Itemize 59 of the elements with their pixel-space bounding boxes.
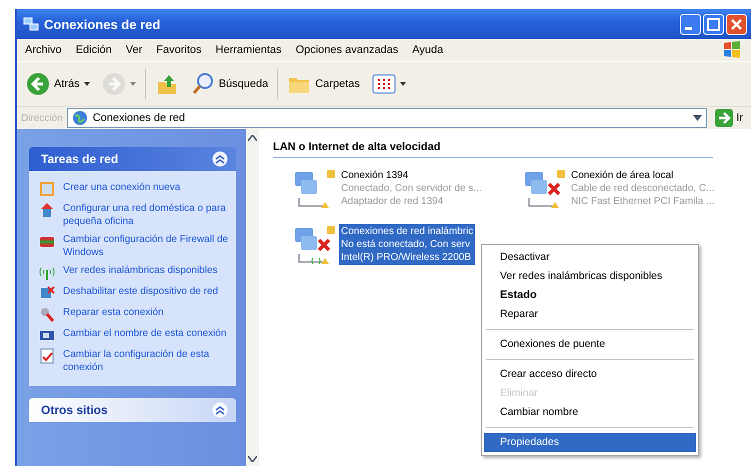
search-button[interactable]: Búsqueda [188, 70, 272, 98]
task-link[interactable]: Cambiar la configuración de esta conexión [63, 348, 228, 374]
dropdown-caret-icon[interactable] [693, 115, 702, 121]
menu-item[interactable]: Reparar [484, 305, 696, 324]
menu-item[interactable]: Archivo [25, 44, 62, 56]
menu-item[interactable]: Ver [126, 44, 142, 56]
new-connection-icon [39, 181, 55, 197]
network-icon [23, 16, 39, 32]
menu-item[interactable]: Desactivar [484, 248, 696, 267]
menu-item[interactable]: Opciones avanzadas [296, 44, 398, 56]
task-link[interactable]: Cambiar el nombre de esta conexión [63, 327, 226, 340]
menu-item[interactable]: Edición [76, 44, 112, 56]
task-link[interactable]: Ver redes inalámbricas disponibles [63, 264, 218, 277]
globe-icon [72, 110, 88, 126]
task-link[interactable]: Reparar esta conexión [63, 306, 164, 319]
folders-button[interactable]: Carpetas [284, 70, 363, 98]
menu-item[interactable]: Ver redes inalámbricas disponibles [484, 267, 696, 286]
menu-item[interactable]: Conexiones de puente [484, 335, 696, 354]
close-icon[interactable] [726, 14, 747, 34]
panel-header[interactable]: Otros sitios [29, 398, 236, 422]
disabled-network-icon [39, 285, 55, 301]
panel-header[interactable]: Tareas de red [29, 147, 236, 171]
scroll-up-icon[interactable] [248, 135, 258, 141]
group-header: LAN o Internet de alta velocidad [273, 141, 713, 158]
menu-item[interactable]: Crear acceso directo [484, 365, 696, 384]
scroll-down-icon[interactable] [248, 456, 258, 462]
menu-item[interactable]: Herramientas [216, 44, 282, 56]
connection-item[interactable]: Conexiones de red inalámbric No está conectado, Con serv Intel(R) PRO/Wireless 2200B [339, 224, 476, 265]
task-link[interactable]: Configurar una red doméstica o para pequeña oficina [63, 202, 228, 228]
caret-icon [84, 82, 90, 86]
address-label: Dirección [21, 112, 63, 124]
menu-item[interactable]: Ayuda [412, 44, 444, 56]
menu-item[interactable]: Propiedades [484, 433, 696, 452]
task-link[interactable]: Crear una conexión nueva [63, 181, 180, 194]
windows-logo-icon [721, 39, 743, 61]
search-icon [190, 72, 215, 96]
caret-icon [400, 82, 406, 86]
task-link[interactable]: Deshabilitar este dispositivo de red [63, 285, 218, 298]
arrow-icon [715, 109, 734, 127]
checklist-icon [39, 348, 55, 364]
grid-view-icon [372, 72, 396, 96]
collapse-chevron-icon[interactable] [212, 151, 228, 167]
menu-item[interactable]: Estado [484, 286, 696, 305]
address-field[interactable]: Conexiones de red [66, 108, 708, 128]
menu-item[interactable]: Cambiar nombre [484, 403, 696, 422]
minimize-icon[interactable] [680, 14, 701, 34]
home-network-icon [39, 202, 55, 218]
wrench-icon [39, 306, 55, 322]
connection-item[interactable]: Conexión de área local Cable de red desconectado, C... NIC Fast Ethernet PCI Famila ... [569, 168, 716, 209]
go-button[interactable]: Ir [711, 109, 747, 127]
maximize-icon[interactable] [703, 14, 724, 34]
connection-item[interactable]: Conexión 1394 Conectado, Con servidor de s... Adaptador de red 1394 [339, 168, 484, 209]
task-link[interactable]: Cambiar configuración de Firewall de Windows [63, 233, 228, 259]
scroll-bar[interactable] [246, 129, 259, 466]
menu-item[interactable]: Favoritos [156, 44, 202, 56]
window-title: Conexiones de red [44, 16, 162, 32]
back-button[interactable]: Atrás [23, 70, 93, 98]
collapse-chevron-icon[interactable] [212, 402, 228, 418]
caret-icon [130, 82, 136, 86]
